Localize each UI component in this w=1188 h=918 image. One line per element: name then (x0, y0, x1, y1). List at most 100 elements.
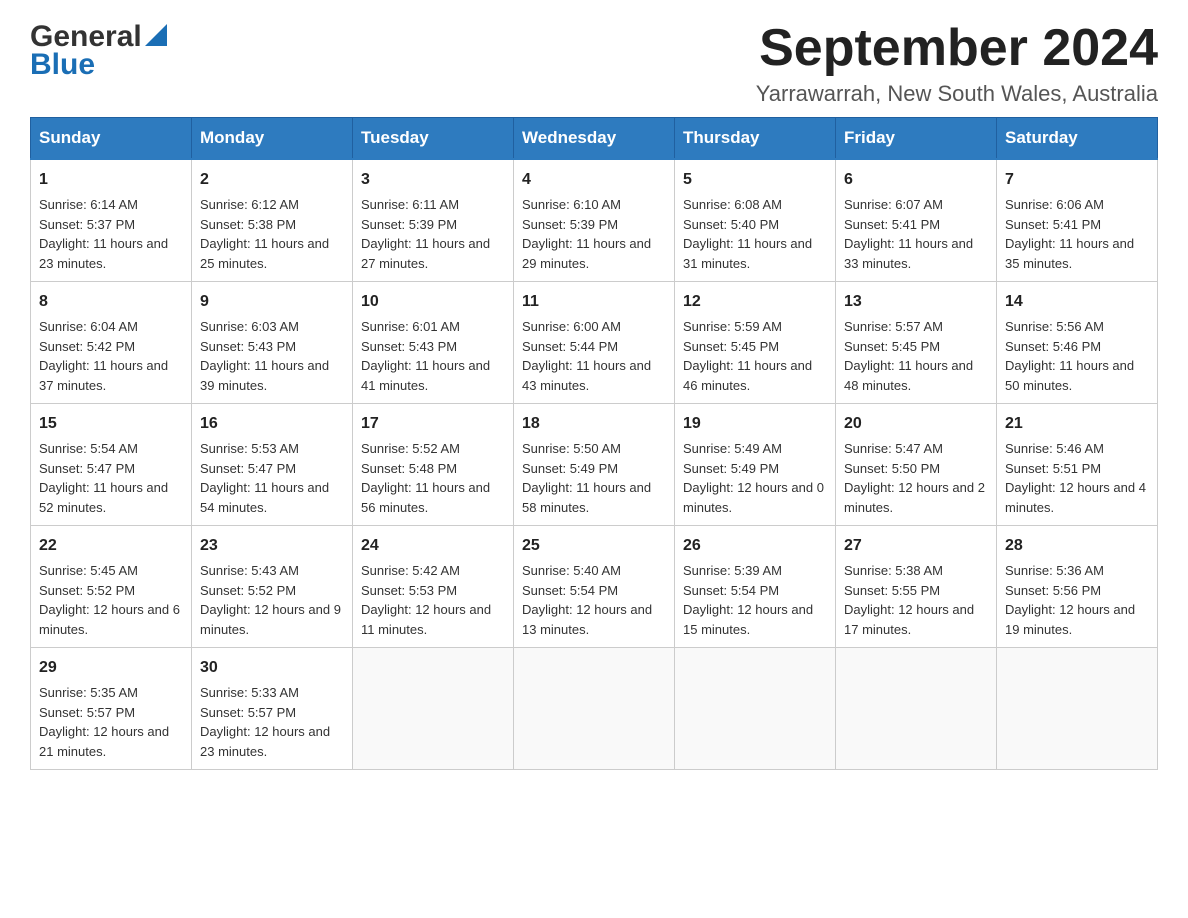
day-info: Sunrise: 5:40 AMSunset: 5:54 PMDaylight:… (522, 563, 652, 637)
day-info: Sunrise: 6:06 AMSunset: 5:41 PMDaylight:… (1005, 197, 1134, 271)
day-info: Sunrise: 5:39 AMSunset: 5:54 PMDaylight:… (683, 563, 813, 637)
col-monday: Monday (192, 118, 353, 160)
day-info: Sunrise: 6:14 AMSunset: 5:37 PMDaylight:… (39, 197, 168, 271)
day-number: 28 (1005, 534, 1149, 558)
table-row: 25 Sunrise: 5:40 AMSunset: 5:54 PMDaylig… (514, 526, 675, 648)
logo-blue-text: Blue (30, 48, 95, 81)
table-row: 4 Sunrise: 6:10 AMSunset: 5:39 PMDayligh… (514, 159, 675, 282)
day-info: Sunrise: 5:43 AMSunset: 5:52 PMDaylight:… (200, 563, 341, 637)
logo-triangle-icon (145, 24, 167, 46)
calendar-header-row: Sunday Monday Tuesday Wednesday Thursday… (31, 118, 1158, 160)
table-row: 13 Sunrise: 5:57 AMSunset: 5:45 PMDaylig… (836, 282, 997, 404)
page-header: General Blue September 2024 Yarrawarrah,… (30, 20, 1158, 107)
table-row: 16 Sunrise: 5:53 AMSunset: 5:47 PMDaylig… (192, 404, 353, 526)
day-number: 4 (522, 168, 666, 192)
day-info: Sunrise: 5:52 AMSunset: 5:48 PMDaylight:… (361, 441, 490, 515)
day-info: Sunrise: 6:12 AMSunset: 5:38 PMDaylight:… (200, 197, 329, 271)
day-info: Sunrise: 6:10 AMSunset: 5:39 PMDaylight:… (522, 197, 651, 271)
table-row: 1 Sunrise: 6:14 AMSunset: 5:37 PMDayligh… (31, 159, 192, 282)
day-number: 22 (39, 534, 183, 558)
calendar-week-row: 15 Sunrise: 5:54 AMSunset: 5:47 PMDaylig… (31, 404, 1158, 526)
table-row: 17 Sunrise: 5:52 AMSunset: 5:48 PMDaylig… (353, 404, 514, 526)
day-number: 2 (200, 168, 344, 192)
table-row: 9 Sunrise: 6:03 AMSunset: 5:43 PMDayligh… (192, 282, 353, 404)
location-subtitle: Yarrawarrah, New South Wales, Australia (756, 81, 1158, 107)
day-info: Sunrise: 5:46 AMSunset: 5:51 PMDaylight:… (1005, 441, 1146, 515)
day-info: Sunrise: 5:56 AMSunset: 5:46 PMDaylight:… (1005, 319, 1134, 393)
day-number: 25 (522, 534, 666, 558)
day-info: Sunrise: 5:57 AMSunset: 5:45 PMDaylight:… (844, 319, 973, 393)
col-tuesday: Tuesday (353, 118, 514, 160)
table-row (836, 648, 997, 770)
day-info: Sunrise: 5:54 AMSunset: 5:47 PMDaylight:… (39, 441, 168, 515)
day-number: 30 (200, 656, 344, 680)
day-info: Sunrise: 6:04 AMSunset: 5:42 PMDaylight:… (39, 319, 168, 393)
day-number: 12 (683, 290, 827, 314)
day-number: 15 (39, 412, 183, 436)
table-row: 11 Sunrise: 6:00 AMSunset: 5:44 PMDaylig… (514, 282, 675, 404)
day-number: 21 (1005, 412, 1149, 436)
table-row: 27 Sunrise: 5:38 AMSunset: 5:55 PMDaylig… (836, 526, 997, 648)
day-info: Sunrise: 6:01 AMSunset: 5:43 PMDaylight:… (361, 319, 490, 393)
day-number: 18 (522, 412, 666, 436)
col-friday: Friday (836, 118, 997, 160)
table-row: 2 Sunrise: 6:12 AMSunset: 5:38 PMDayligh… (192, 159, 353, 282)
calendar-week-row: 8 Sunrise: 6:04 AMSunset: 5:42 PMDayligh… (31, 282, 1158, 404)
calendar-week-row: 22 Sunrise: 5:45 AMSunset: 5:52 PMDaylig… (31, 526, 1158, 648)
day-info: Sunrise: 5:35 AMSunset: 5:57 PMDaylight:… (39, 685, 169, 759)
day-number: 10 (361, 290, 505, 314)
day-info: Sunrise: 5:38 AMSunset: 5:55 PMDaylight:… (844, 563, 974, 637)
table-row (353, 648, 514, 770)
table-row (514, 648, 675, 770)
col-thursday: Thursday (675, 118, 836, 160)
title-section: September 2024 Yarrawarrah, New South Wa… (756, 20, 1158, 107)
day-number: 1 (39, 168, 183, 192)
table-row: 29 Sunrise: 5:35 AMSunset: 5:57 PMDaylig… (31, 648, 192, 770)
day-info: Sunrise: 6:08 AMSunset: 5:40 PMDaylight:… (683, 197, 812, 271)
day-number: 14 (1005, 290, 1149, 314)
day-info: Sunrise: 5:53 AMSunset: 5:47 PMDaylight:… (200, 441, 329, 515)
day-info: Sunrise: 5:49 AMSunset: 5:49 PMDaylight:… (683, 441, 824, 515)
day-info: Sunrise: 5:45 AMSunset: 5:52 PMDaylight:… (39, 563, 180, 637)
day-info: Sunrise: 5:59 AMSunset: 5:45 PMDaylight:… (683, 319, 812, 393)
day-info: Sunrise: 6:11 AMSunset: 5:39 PMDaylight:… (361, 197, 490, 271)
calendar-week-row: 1 Sunrise: 6:14 AMSunset: 5:37 PMDayligh… (31, 159, 1158, 282)
table-row: 20 Sunrise: 5:47 AMSunset: 5:50 PMDaylig… (836, 404, 997, 526)
table-row: 22 Sunrise: 5:45 AMSunset: 5:52 PMDaylig… (31, 526, 192, 648)
day-number: 27 (844, 534, 988, 558)
col-sunday: Sunday (31, 118, 192, 160)
month-title: September 2024 (756, 20, 1158, 77)
table-row: 3 Sunrise: 6:11 AMSunset: 5:39 PMDayligh… (353, 159, 514, 282)
day-info: Sunrise: 5:47 AMSunset: 5:50 PMDaylight:… (844, 441, 985, 515)
col-wednesday: Wednesday (514, 118, 675, 160)
day-number: 17 (361, 412, 505, 436)
table-row: 15 Sunrise: 5:54 AMSunset: 5:47 PMDaylig… (31, 404, 192, 526)
table-row: 7 Sunrise: 6:06 AMSunset: 5:41 PMDayligh… (997, 159, 1158, 282)
day-info: Sunrise: 5:42 AMSunset: 5:53 PMDaylight:… (361, 563, 491, 637)
table-row: 30 Sunrise: 5:33 AMSunset: 5:57 PMDaylig… (192, 648, 353, 770)
col-saturday: Saturday (997, 118, 1158, 160)
table-row: 28 Sunrise: 5:36 AMSunset: 5:56 PMDaylig… (997, 526, 1158, 648)
table-row: 12 Sunrise: 5:59 AMSunset: 5:45 PMDaylig… (675, 282, 836, 404)
day-number: 23 (200, 534, 344, 558)
table-row: 6 Sunrise: 6:07 AMSunset: 5:41 PMDayligh… (836, 159, 997, 282)
table-row: 18 Sunrise: 5:50 AMSunset: 5:49 PMDaylig… (514, 404, 675, 526)
day-number: 13 (844, 290, 988, 314)
table-row: 14 Sunrise: 5:56 AMSunset: 5:46 PMDaylig… (997, 282, 1158, 404)
day-number: 8 (39, 290, 183, 314)
day-info: Sunrise: 5:36 AMSunset: 5:56 PMDaylight:… (1005, 563, 1135, 637)
day-number: 16 (200, 412, 344, 436)
day-info: Sunrise: 6:07 AMSunset: 5:41 PMDaylight:… (844, 197, 973, 271)
table-row: 21 Sunrise: 5:46 AMSunset: 5:51 PMDaylig… (997, 404, 1158, 526)
table-row: 26 Sunrise: 5:39 AMSunset: 5:54 PMDaylig… (675, 526, 836, 648)
day-number: 6 (844, 168, 988, 192)
day-number: 29 (39, 656, 183, 680)
table-row: 23 Sunrise: 5:43 AMSunset: 5:52 PMDaylig… (192, 526, 353, 648)
day-number: 26 (683, 534, 827, 558)
calendar-week-row: 29 Sunrise: 5:35 AMSunset: 5:57 PMDaylig… (31, 648, 1158, 770)
day-number: 9 (200, 290, 344, 314)
calendar-table: Sunday Monday Tuesday Wednesday Thursday… (30, 117, 1158, 770)
table-row (997, 648, 1158, 770)
day-number: 24 (361, 534, 505, 558)
day-number: 11 (522, 290, 666, 314)
